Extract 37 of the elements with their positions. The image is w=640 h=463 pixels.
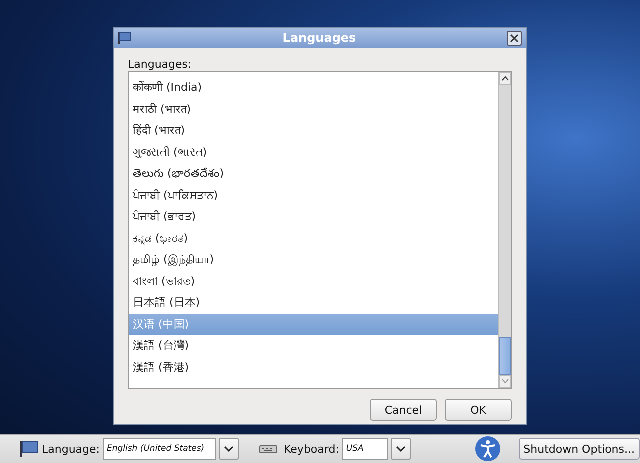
language-item[interactable]: 漢語 (台灣) bbox=[129, 335, 498, 356]
language-item[interactable]: ਪੰਜਾਬੀ (ਪਾਕਿਸਤਾਨ) bbox=[129, 184, 498, 206]
up-caret-icon bbox=[502, 76, 508, 81]
accessibility-icon[interactable] bbox=[475, 436, 502, 462]
language-item[interactable]: বাংলা (ভারত) bbox=[129, 270, 498, 292]
dialog-button[interactable]: Cancel bbox=[370, 399, 437, 421]
scroll-up-button[interactable] bbox=[499, 72, 511, 85]
scroll-thumb[interactable] bbox=[499, 337, 511, 375]
window-title: Languages bbox=[282, 31, 358, 45]
close-button[interactable] bbox=[507, 30, 522, 46]
shutdown-options-button[interactable]: Shutdown Options... bbox=[518, 438, 640, 460]
dropdown-button[interactable] bbox=[219, 438, 239, 460]
keyboard-icon bbox=[259, 444, 279, 454]
down-caret-icon bbox=[502, 379, 508, 384]
list-label: Languages: bbox=[128, 58, 193, 71]
language-item[interactable]: తెలుగు (భారతదేశం) bbox=[129, 163, 498, 184]
language-item[interactable]: ગુજરાતી (ભારત) bbox=[129, 142, 498, 163]
keyboard-label: Keyboard: bbox=[284, 442, 340, 456]
language-item[interactable]: हिंदी (भारत) bbox=[129, 120, 498, 142]
language-label: Language: bbox=[42, 442, 100, 456]
flag-icon bbox=[20, 441, 38, 457]
close-icon bbox=[510, 34, 519, 42]
language-item[interactable]: ಕನ್ನಡ (ಭಾರತ) bbox=[129, 228, 498, 249]
language-item[interactable]: 漢語 (香港) bbox=[129, 356, 498, 378]
dropdown-button[interactable] bbox=[391, 438, 412, 460]
language-dropdown[interactable]: English (United States) bbox=[103, 438, 216, 460]
flag-icon bbox=[118, 32, 132, 44]
keyboard-dropdown[interactable]: USA bbox=[342, 438, 388, 460]
dialog-button[interactable]: OK bbox=[445, 399, 512, 421]
scrollbar[interactable] bbox=[498, 72, 511, 388]
language-item[interactable]: कोंकणी (India) bbox=[129, 77, 498, 98]
caret-icon bbox=[396, 446, 406, 452]
language-item[interactable]: 日本語 (日本) bbox=[129, 292, 498, 314]
language-item[interactable]: ਪੰਜਾਬੀ (ਭਾਰਤ) bbox=[129, 206, 498, 228]
caret-icon bbox=[224, 446, 234, 452]
language-item[interactable]: मराठी (भारत) bbox=[129, 98, 498, 120]
language-item[interactable]: தமிழ் (இந்தியா) bbox=[129, 249, 498, 270]
